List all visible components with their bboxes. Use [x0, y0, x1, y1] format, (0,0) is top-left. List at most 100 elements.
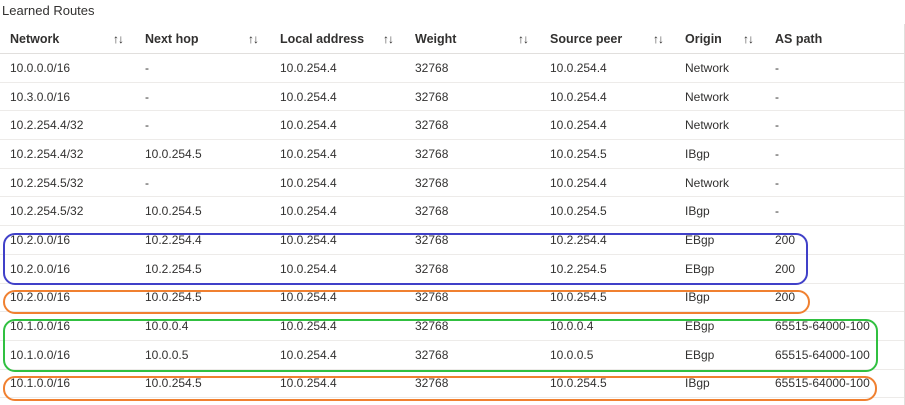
cell-origin: IBgp: [685, 204, 710, 219]
column-header-weight[interactable]: Weight: [415, 24, 456, 53]
cell-network: 10.1.0.0/16: [10, 376, 71, 391]
cell-local-address: 10.0.254.4: [280, 376, 337, 391]
cell-local-address: 10.0.254.4: [280, 290, 337, 305]
cell-network: 10.0.0.0/16: [10, 60, 71, 75]
cell-weight: 32768: [415, 261, 449, 276]
cell-source-peer: 10.0.254.5: [550, 204, 607, 219]
cell-local-address: 10.0.254.4: [280, 60, 337, 75]
table-row[interactable]: 10.3.0.0/16 - 10.0.254.4 32768 10.0.254.4 Net…: [0, 83, 905, 112]
cell-network: 10.2.254.5/32: [10, 175, 84, 190]
cell-source-peer: 10.0.254.4: [550, 175, 607, 190]
cell-local-address: 10.0.254.4: [280, 175, 337, 190]
cell-network: 10.1.0.0/16: [10, 319, 71, 334]
sort-arrows-icon[interactable]: ↑↓: [248, 24, 259, 53]
table-row[interactable]: 10.2.0.0/16 10.2.254.5 10.0.254.4 32768 10.2…: [0, 255, 905, 284]
column-header-as-path: AS path: [775, 31, 823, 46]
cell-as-path: -: [775, 118, 779, 133]
cell-origin: Network: [685, 118, 730, 133]
cell-network: 10.2.0.0/16: [10, 261, 71, 276]
table-row[interactable]: 10.2.0.0/16 10.2.254.4 10.0.254.4 32768 10.2…: [0, 226, 905, 255]
cell-origin: IBgp: [685, 146, 710, 161]
cell-local-address: 10.0.254.4: [280, 118, 337, 133]
cell-local-address: 10.0.254.4: [280, 232, 337, 247]
cell-network: 10.3.0.0/16: [10, 89, 71, 104]
cell-source-peer: 10.0.254.4: [550, 60, 607, 75]
cell-next-hop: -: [145, 89, 149, 104]
cell-weight: 32768: [415, 175, 449, 190]
cell-weight: 32768: [415, 376, 449, 391]
cell-local-address: 10.0.254.4: [280, 261, 337, 276]
cell-origin: EBgp: [685, 347, 715, 362]
sort-arrows-icon[interactable]: ↑↓: [743, 24, 754, 53]
cell-network: 10.2.254.5/32: [10, 204, 84, 219]
cell-origin: EBgp: [685, 232, 715, 247]
sort-arrows-icon[interactable]: ↑↓: [113, 24, 124, 53]
cell-weight: 32768: [415, 290, 449, 305]
cell-as-path: -: [775, 175, 779, 190]
table-header-row: Network ↑↓ Next hop ↑↓ Local address ↑↓ …: [0, 24, 905, 54]
cell-origin: EBgp: [685, 319, 715, 334]
column-header-local-address[interactable]: Local address: [280, 24, 364, 53]
sort-arrows-icon[interactable]: ↑↓: [383, 24, 394, 53]
cell-network: 10.2.254.4/32: [10, 146, 84, 161]
table-row[interactable]: 10.1.0.0/16 10.0.0.5 10.0.254.4 32768 10.0.0…: [0, 341, 905, 370]
cell-weight: 32768: [415, 232, 449, 247]
learned-routes-table: Network ↑↓ Next hop ↑↓ Local address ↑↓ …: [0, 24, 905, 399]
cell-as-path: 65515-64000-100: [775, 319, 870, 334]
cell-weight: 32768: [415, 347, 449, 362]
cell-as-path: -: [775, 204, 779, 219]
cell-source-peer: 10.0.0.5: [550, 347, 594, 362]
sort-arrows-icon[interactable]: ↑↓: [653, 24, 664, 53]
table-row[interactable]: 10.1.0.0/16 10.0.254.5 10.0.254.4 32768 10.0…: [0, 370, 905, 399]
table-body: 10.0.0.0/16 - 10.0.254.4 32768 10.0.254.4 Net…: [0, 54, 905, 399]
cell-weight: 32768: [415, 204, 449, 219]
cell-next-hop: 10.0.254.5: [145, 376, 202, 391]
cell-source-peer: 10.0.254.5: [550, 376, 607, 391]
cell-next-hop: 10.0.254.5: [145, 290, 202, 305]
cell-local-address: 10.0.254.4: [280, 319, 337, 334]
cell-local-address: 10.0.254.4: [280, 89, 337, 104]
cell-as-path: 65515-64000-100: [775, 347, 870, 362]
table-row[interactable]: 10.2.254.4/32 - 10.0.254.4 32768 10.0.254.4 N…: [0, 111, 905, 141]
cell-as-path: -: [775, 146, 779, 161]
table-row[interactable]: 10.1.0.0/16 10.0.0.4 10.0.254.4 32768 10.0.0…: [0, 312, 905, 341]
cell-next-hop: -: [145, 118, 149, 133]
cell-as-path: -: [775, 60, 779, 75]
table-row[interactable]: 10.2.0.0/16 10.0.254.5 10.0.254.4 32768 10.0…: [0, 284, 905, 313]
cell-source-peer: 10.0.254.5: [550, 290, 607, 305]
cell-source-peer: 10.0.254.5: [550, 146, 607, 161]
cell-origin: Network: [685, 89, 730, 104]
cell-next-hop: 10.2.254.5: [145, 261, 202, 276]
table-row[interactable]: 10.2.254.5/32 10.0.254.5 10.0.254.4 32768 10…: [0, 197, 905, 227]
cell-next-hop: -: [145, 175, 149, 190]
column-header-next-hop[interactable]: Next hop: [145, 24, 198, 53]
column-header-origin[interactable]: Origin: [685, 24, 722, 53]
cell-as-path: 200: [775, 290, 796, 305]
cell-network: 10.2.0.0/16: [10, 232, 71, 247]
cell-origin: Network: [685, 60, 730, 75]
cell-next-hop: 10.0.254.5: [145, 146, 202, 161]
cell-source-peer: 10.2.254.5: [550, 261, 607, 276]
cell-weight: 32768: [415, 319, 449, 334]
cell-next-hop: 10.2.254.4: [145, 232, 202, 247]
cell-as-path: 65515-64000-100: [775, 376, 870, 391]
cell-origin: IBgp: [685, 376, 710, 391]
cell-source-peer: 10.0.254.4: [550, 89, 607, 104]
cell-source-peer: 10.0.0.4: [550, 319, 594, 334]
cell-weight: 32768: [415, 89, 449, 104]
column-header-source-peer[interactable]: Source peer: [550, 24, 622, 53]
sort-arrows-icon[interactable]: ↑↓: [518, 24, 529, 53]
cell-origin: EBgp: [685, 261, 715, 276]
table-row[interactable]: 10.2.254.5/32 - 10.0.254.4 32768 10.0.254.4 N…: [0, 169, 905, 198]
cell-origin: IBgp: [685, 290, 710, 305]
cell-weight: 32768: [415, 146, 449, 161]
cell-source-peer: 10.0.254.4: [550, 118, 607, 133]
cell-next-hop: 10.0.0.4: [145, 319, 189, 334]
table-row[interactable]: 10.0.0.0/16 - 10.0.254.4 32768 10.0.254.4 Net…: [0, 54, 905, 83]
cell-network: 10.1.0.0/16: [10, 347, 71, 362]
column-header-network[interactable]: Network: [10, 24, 59, 53]
table-row[interactable]: 10.2.254.4/32 10.0.254.5 10.0.254.4 32768 10…: [0, 140, 905, 169]
cell-local-address: 10.0.254.4: [280, 347, 337, 362]
cell-weight: 32768: [415, 118, 449, 133]
cell-next-hop: -: [145, 60, 149, 75]
